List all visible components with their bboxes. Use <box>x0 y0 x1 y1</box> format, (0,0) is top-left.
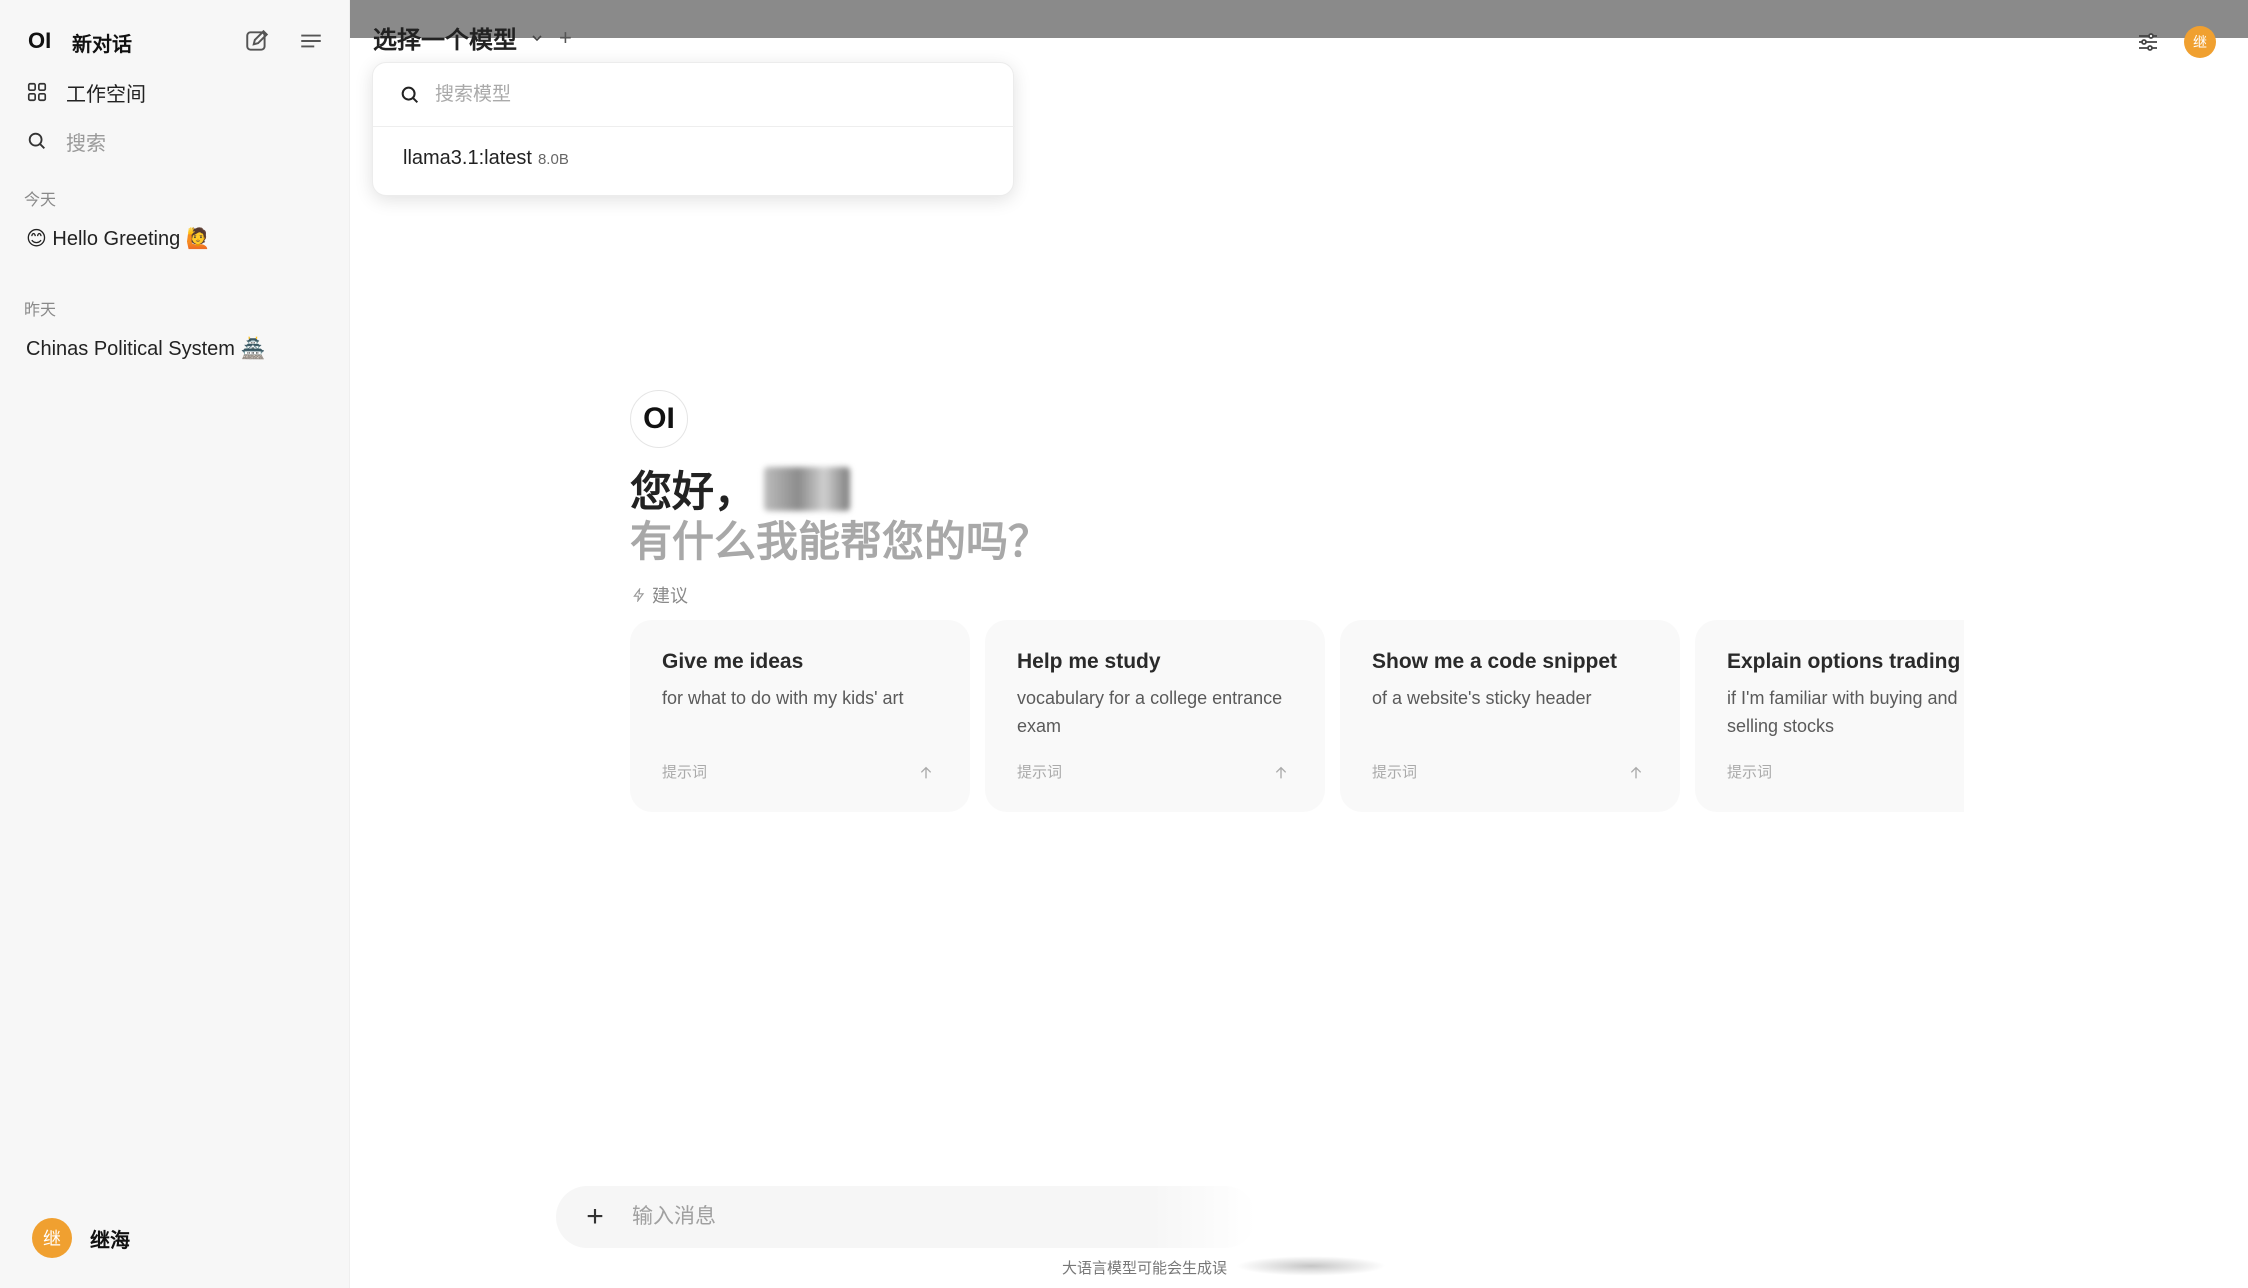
chevron-down-icon <box>532 34 542 41</box>
card-desc: of a website's sticky header <box>1372 688 1592 708</box>
model-dropdown: llama3.1:latest 8.0B <box>372 62 1015 196</box>
section-today: 今天 <box>24 192 57 209</box>
suggestions-header: 建议 <box>632 582 688 608</box>
model-option-name: llama3.1:latest <box>403 147 532 169</box>
user-name: 继海 <box>90 1229 130 1252</box>
card-foot: 提示词 <box>1727 764 1773 781</box>
disclaimer-text: 大语言模型可能会生成误 <box>1062 1260 1228 1277</box>
arrow-up-icon <box>1630 766 1642 779</box>
card-desc: for what to do with my kids' art <box>662 688 904 708</box>
bolt-icon <box>633 588 645 602</box>
disclaimer-fade <box>1236 1256 1386 1276</box>
arrow-up-icon <box>1275 766 1287 779</box>
message-composer: + <box>556 1186 1256 1248</box>
suggestion-card[interactable]: Explain options trading if I'm familiar … <box>1695 620 1964 812</box>
suggestions-label: 建议 <box>652 586 688 606</box>
model-option[interactable]: llama3.1:latest 8.0B <box>403 147 569 170</box>
card-foot: 提示词 <box>1017 764 1063 781</box>
card-title: Explain options trading <box>1727 650 1961 673</box>
search-icon <box>401 86 419 103</box>
arrow-up-icon <box>920 766 932 779</box>
add-model-button[interactable]: + <box>559 25 572 51</box>
edit-icon[interactable] <box>244 28 270 54</box>
model-search <box>373 63 1015 127</box>
subgreeting: 有什么我能帮您的吗？ <box>630 518 1051 565</box>
card-foot: 提示词 <box>1372 764 1418 781</box>
header-avatar[interactable]: 继 <box>2184 26 2216 58</box>
user-menu[interactable]: 继 继海 <box>32 1218 130 1258</box>
chat-item[interactable]: Chinas Political System 🏯 <box>26 336 265 361</box>
avatar: 继 <box>32 1218 72 1258</box>
sidebar-item-workspace[interactable]: 工作空间 <box>26 76 146 108</box>
suggestion-card[interactable]: Help me study vocabulary for a college e… <box>985 620 1325 812</box>
sidebar: OI 新对话 工作空间 搜索 今天 😊 Hello Greeting 🙋 昨天 … <box>0 0 350 1288</box>
sidebar-search[interactable]: 搜索 <box>26 125 106 157</box>
new-chat-link[interactable]: 新对话 <box>72 28 132 57</box>
suggestion-cards: Give me ideas for what to do with my kid… <box>630 620 1964 812</box>
main-logo: OI <box>630 390 688 448</box>
model-search-input[interactable] <box>435 83 995 106</box>
blurred-username <box>764 466 851 511</box>
card-desc: if I'm familiar with buying and selling … <box>1727 688 1958 736</box>
suggestion-card[interactable]: Give me ideas for what to do with my kid… <box>630 620 970 812</box>
model-selector[interactable]: 选择一个模型 + <box>373 20 572 55</box>
sidebar-item-label: 工作空间 <box>66 83 146 106</box>
chat-item[interactable]: 😊 Hello Greeting 🙋 <box>26 226 211 251</box>
card-title: Help me study <box>1017 650 1161 673</box>
section-yesterday: 昨天 <box>24 302 57 319</box>
card-title: Show me a code snippet <box>1372 650 1618 673</box>
sidebar-header: OI 新对话 <box>0 0 350 80</box>
card-desc: vocabulary for a college entrance exam <box>1017 688 1283 736</box>
attach-plus-button[interactable]: + <box>580 1200 610 1234</box>
menu-icon[interactable] <box>298 28 324 54</box>
grid-icon <box>27 82 47 102</box>
settings-sliders-icon[interactable] <box>2136 30 2160 59</box>
model-selector-label: 选择一个模型 <box>373 27 517 54</box>
suggestion-card[interactable]: Show me a code snippet of a website's st… <box>1340 620 1680 812</box>
card-foot: 提示词 <box>662 764 708 781</box>
search-icon <box>28 132 45 149</box>
card-title: Give me ideas <box>662 650 804 673</box>
sidebar-search-label: 搜索 <box>66 132 106 155</box>
message-input[interactable] <box>632 1205 1192 1229</box>
model-option-size: 8.0B <box>537 151 569 168</box>
app-logo: OI <box>28 28 52 53</box>
